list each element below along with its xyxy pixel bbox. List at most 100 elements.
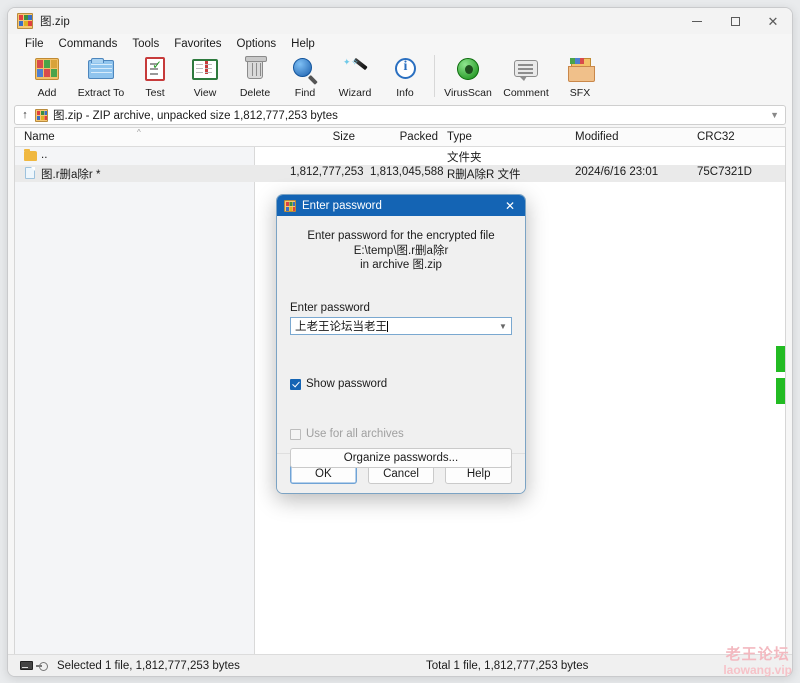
- column-header-size[interactable]: Size: [290, 131, 355, 143]
- cell-crc32: 75C7321D: [697, 166, 752, 178]
- toolbar-comment-button[interactable]: Comment: [497, 53, 555, 99]
- up-arrow-icon[interactable]: ↑: [15, 109, 35, 121]
- column-header-type[interactable]: Type: [447, 131, 472, 143]
- virusscan-bug-icon: [453, 56, 483, 84]
- table-row[interactable]: .. 文件夹: [15, 148, 785, 165]
- menu-options[interactable]: Options: [230, 36, 285, 52]
- organize-passwords-button[interactable]: Organize passwords...: [290, 448, 512, 468]
- cell-name: ..: [41, 149, 48, 161]
- minimize-button[interactable]: [678, 8, 716, 34]
- show-password-checkbox[interactable]: Show password: [290, 378, 387, 390]
- statusbar: Selected 1 file, 1,812,777,253 bytes Tot…: [8, 654, 792, 676]
- toolbar-extractto-label: Extract To: [77, 87, 125, 99]
- cell-type: 文件夹: [447, 152, 482, 164]
- green-marker-block: [776, 346, 785, 372]
- extract-folder-icon: [86, 56, 116, 84]
- toolbar-test-label: Test: [145, 87, 165, 99]
- password-value: 上老王论坛当老王: [295, 321, 388, 333]
- toolbar-wizard-label: Wizard: [338, 87, 372, 99]
- ok-label: OK: [315, 467, 332, 480]
- toolbar-comment-label: Comment: [503, 87, 549, 99]
- help-label: Help: [466, 467, 491, 480]
- drive-icon[interactable]: [20, 661, 33, 670]
- toolbar-wizard-button[interactable]: Wizard: [330, 53, 380, 99]
- column-header-modified[interactable]: Modified: [575, 131, 618, 143]
- show-password-label: Show password: [306, 378, 388, 390]
- toolbar-sfx-label: SFX: [569, 87, 591, 99]
- window-controls: ✕: [678, 8, 792, 34]
- chevron-down-icon[interactable]: ▼: [770, 110, 779, 120]
- address-bar[interactable]: ↑ 图.zip - ZIP archive, unpacked size 1,8…: [14, 105, 786, 125]
- dialog-message: Enter password for the encrypted file E:…: [288, 216, 514, 273]
- screen-root: 图.zip ✕ File Commands Tools Favorites Op…: [0, 0, 800, 683]
- column-header-packed[interactable]: Packed: [370, 131, 438, 143]
- checkbox-box: [290, 378, 301, 390]
- close-button[interactable]: ✕: [754, 8, 792, 34]
- menu-file[interactable]: File: [18, 36, 52, 52]
- dialog-close-button[interactable]: ✕: [495, 195, 525, 216]
- organize-passwords-label: Organize passwords...: [343, 452, 459, 464]
- menubar: File Commands Tools Favorites Options He…: [8, 34, 792, 53]
- delete-trash-icon: [240, 56, 270, 84]
- info-circle-icon: [390, 56, 420, 84]
- folder-icon: [24, 149, 37, 161]
- winrar-icon: [35, 108, 48, 122]
- comment-bubble-icon: [511, 56, 541, 84]
- titlebar: 图.zip ✕: [8, 8, 792, 34]
- column-header-name[interactable]: Name: [24, 131, 55, 143]
- green-marker-block: [776, 378, 785, 404]
- password-label: Enter password: [290, 302, 370, 314]
- toolbar-delete-button[interactable]: Delete: [230, 53, 280, 99]
- maximize-button[interactable]: [716, 8, 754, 34]
- toolbar-view-button[interactable]: View: [180, 53, 230, 99]
- address-path: 图.zip - ZIP archive, unpacked size 1,812…: [53, 110, 338, 122]
- close-icon: ✕: [504, 198, 516, 213]
- menu-tools[interactable]: Tools: [125, 36, 167, 52]
- checkbox-box: [290, 428, 301, 440]
- view-book-icon: [190, 56, 220, 84]
- toolbar-info-button[interactable]: Info: [380, 53, 430, 99]
- menu-favorites[interactable]: Favorites: [167, 36, 229, 52]
- toolbar-delete-label: Delete: [239, 87, 271, 99]
- menu-commands[interactable]: Commands: [52, 36, 126, 52]
- toolbar-test-button[interactable]: Test: [130, 53, 180, 99]
- close-icon: ✕: [767, 13, 779, 29]
- toolbar-sfx-button[interactable]: SFX: [555, 53, 605, 99]
- cell-modified: 2024/6/16 23:01: [575, 166, 659, 178]
- sfx-box-icon: [565, 56, 595, 84]
- key-icon[interactable]: [36, 661, 48, 671]
- toolbar-extractto-button[interactable]: Extract To: [72, 53, 130, 99]
- password-input[interactable]: 上老王论坛当老王 ▼: [290, 317, 512, 335]
- add-archive-icon: [32, 56, 62, 84]
- window-title: 图.zip: [40, 16, 70, 28]
- dialog-title: Enter password: [302, 199, 382, 212]
- dialog-body: Enter password for the encrypted file E:…: [277, 216, 525, 468]
- column-header-crc32[interactable]: CRC32: [697, 131, 735, 143]
- dialog-message-line1: Enter password for the encrypted file: [307, 230, 495, 242]
- cell-size: 1,812,777,253: [290, 166, 364, 178]
- find-magnifier-icon: [290, 56, 320, 84]
- cell-packed: 1,813,045,588: [370, 166, 444, 178]
- toolbar: Add Extract To Test View Delete Find: [8, 53, 792, 105]
- toolbar-find-button[interactable]: Find: [280, 53, 330, 99]
- dialog-message-line2: E:\temp\图.r删a除r: [353, 244, 449, 257]
- maximize-icon: [730, 16, 740, 26]
- statusbar-icons: [20, 661, 48, 671]
- cell-name: 图.r删a除r *: [41, 169, 101, 181]
- toolbar-add-button[interactable]: Add: [22, 53, 72, 99]
- chevron-down-icon[interactable]: ▼: [495, 322, 511, 331]
- winrar-icon: [17, 13, 33, 29]
- winrar-icon: [284, 199, 296, 212]
- toolbar-virusscan-label: VirusScan: [444, 87, 492, 99]
- statusbar-total-text: Total 1 file, 1,812,777,253 bytes: [426, 659, 589, 672]
- dialog-message-line3: in archive 图.zip: [360, 259, 442, 271]
- text-caret: [387, 321, 388, 332]
- enter-password-dialog: Enter password ✕ Enter password for the …: [276, 194, 526, 494]
- table-row[interactable]: 图.r删a除r * 1,812,777,253 1,813,045,588 R删…: [15, 165, 785, 182]
- toolbar-add-label: Add: [37, 87, 57, 99]
- toolbar-virusscan-button[interactable]: VirusScan: [439, 53, 497, 99]
- menu-help[interactable]: Help: [284, 36, 323, 52]
- toolbar-separator: [434, 55, 435, 97]
- use-for-all-archives-checkbox[interactable]: Use for all archives: [290, 428, 404, 440]
- minimize-icon: [692, 20, 702, 22]
